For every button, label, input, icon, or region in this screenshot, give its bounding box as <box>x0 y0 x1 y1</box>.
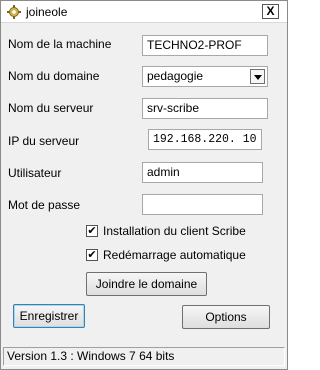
server-name-input[interactable]: srv-scribe <box>142 98 268 119</box>
close-button[interactable]: X <box>262 4 279 19</box>
machine-name-label: Nom de la machine <box>8 37 112 51</box>
status-bar: Version 1.3 : Windows 7 64 bits <box>3 347 285 366</box>
domain-select-value: pedagogie <box>147 69 204 83</box>
password-input[interactable] <box>142 194 263 215</box>
install-client-checkbox[interactable]: ✔ <box>86 225 98 237</box>
auto-reboot-checkbox[interactable]: ✔ <box>86 249 98 261</box>
chevron-down-icon[interactable] <box>250 69 265 84</box>
auto-reboot-option[interactable]: ✔ Redémarrage automatique <box>86 248 276 264</box>
auto-reboot-label: Redémarrage automatique <box>103 248 246 262</box>
title-bar: joineole X <box>1 1 287 23</box>
install-client-option[interactable]: ✔ Installation du client Scribe <box>86 224 276 240</box>
domain-select[interactable]: pedagogie <box>142 66 268 87</box>
join-domain-button[interactable]: Joindre le domaine <box>86 272 207 296</box>
joineole-window: joineole X Nom de la machine TECHNO2-PRO… <box>0 0 288 370</box>
window-title: joineole <box>26 5 68 19</box>
user-label: Utilisateur <box>8 166 62 180</box>
save-button[interactable]: Enregistrer <box>13 304 85 328</box>
domain-name-label: Nom du domaine <box>8 69 100 83</box>
install-client-label: Installation du client Scribe <box>103 224 246 238</box>
gear-icon <box>7 5 21 19</box>
password-label: Mot de passe <box>8 198 81 212</box>
server-ip-label: IP du serveur <box>8 134 80 148</box>
options-button[interactable]: Options <box>182 305 270 329</box>
server-name-label: Nom du serveur <box>8 101 94 115</box>
machine-name-input[interactable]: TECHNO2-PROF <box>142 35 268 56</box>
user-input[interactable]: admin <box>142 162 263 183</box>
server-ip-input[interactable]: 192.168.220. 10 <box>148 129 262 150</box>
